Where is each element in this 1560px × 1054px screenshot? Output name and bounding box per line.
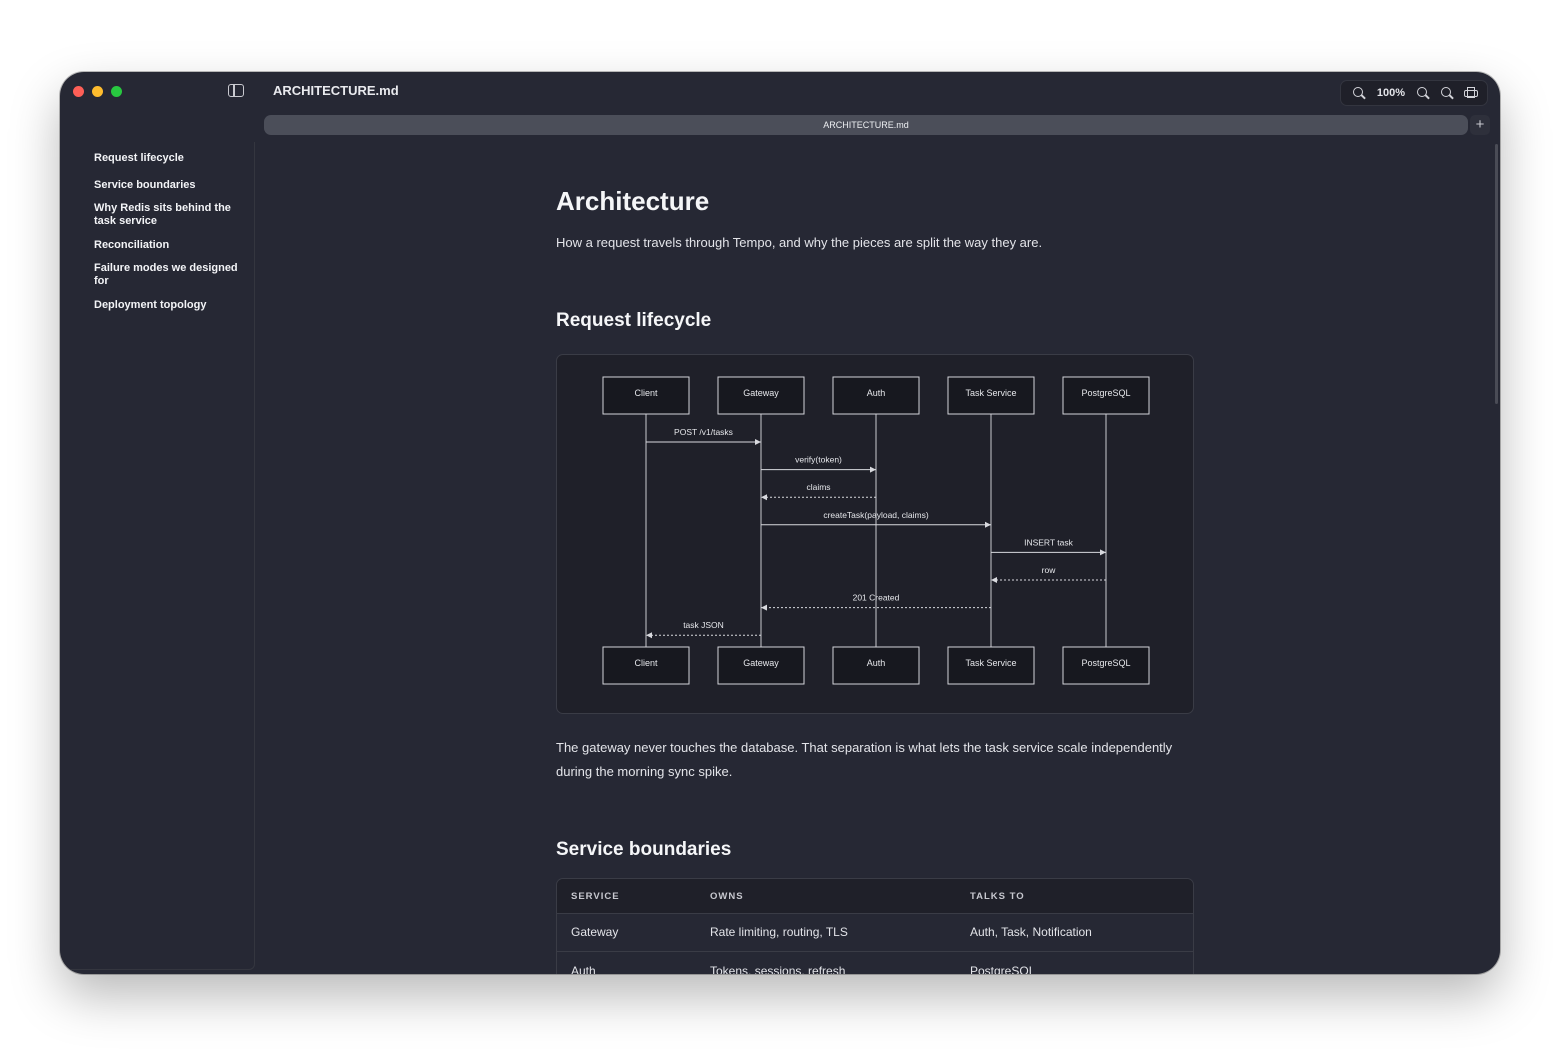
zoom-window-button[interactable] (111, 86, 122, 97)
heading-request-lifecycle: Request lifecycle (556, 310, 712, 331)
participant-label: Client (634, 388, 658, 398)
sequence-diagram-svg: Client Client Gateway Gateway Auth Auth Task S… (602, 376, 1150, 685)
toc-item-failure-modes[interactable]: Failure modes we designed for (94, 262, 244, 288)
toc-item-deployment-topology[interactable]: Deployment topology (94, 299, 244, 312)
zoom-reset-icon (1441, 87, 1454, 100)
window-title: ARCHITECTURE.md (273, 83, 399, 98)
intro-text: How a request travels through Tempo, and… (556, 235, 1043, 250)
zoom-reset-button[interactable] (1435, 82, 1459, 104)
heading-service-boundaries: Service boundaries (556, 839, 732, 860)
participant-label: Gateway (743, 658, 779, 668)
zoom-in-icon (1417, 87, 1430, 100)
message-label: verify(token) (795, 455, 842, 465)
table-cell: Auth, Task, Notification (970, 925, 1092, 939)
vertical-scrollbar[interactable] (1495, 144, 1498, 404)
service-boundaries-table: SERVICE OWNS TALKS TO Gateway Rate limit… (556, 878, 1194, 974)
table-cell: PostgreSQL (970, 964, 1036, 974)
column-header-talks-to: TALKS TO (970, 891, 1025, 902)
participant-label: PostgreSQL (1081, 388, 1130, 398)
participant-label: Task Service (965, 658, 1016, 668)
toc-sidebar: Request lifecycle Service boundaries Why… (60, 142, 255, 970)
zoom-out-button[interactable] (1347, 82, 1371, 104)
message-label: row (1042, 565, 1057, 575)
page-title: Architecture (556, 186, 710, 216)
table-cell: Auth (571, 964, 596, 974)
zoom-controls: 100% (1339, 80, 1488, 106)
zoom-out-icon (1352, 87, 1366, 100)
print-icon (1464, 87, 1478, 99)
title-bar: ARCHITECTURE.md 100% (60, 72, 1500, 112)
zoom-level[interactable]: 100% (1371, 87, 1411, 99)
participant-label: Gateway (743, 388, 779, 398)
plus-icon: + (1475, 116, 1485, 133)
toc-item-service-boundaries[interactable]: Service boundaries (94, 179, 244, 192)
message-label: claims (806, 482, 830, 492)
app-window: ARCHITECTURE.md 100% ARCHITECTURE.md + R… (60, 72, 1500, 974)
participant-label: Client (634, 658, 658, 668)
tab-bar: ARCHITECTURE.md + (264, 115, 1490, 135)
toc-item-why-redis[interactable]: Why Redis sits behind the task service (94, 202, 244, 228)
message-label: task JSON (683, 620, 724, 630)
new-tab-button[interactable]: + (1470, 115, 1490, 135)
message-label: createTask(payload, claims) (823, 510, 929, 520)
table-header: SERVICE OWNS TALKS TO (557, 879, 1193, 914)
lifecycle-paragraph: The gateway never touches the database. … (556, 740, 1173, 779)
tab-architecture[interactable]: ARCHITECTURE.md (264, 115, 1468, 135)
toc-item-request-lifecycle[interactable]: Request lifecycle (94, 152, 244, 165)
minimize-window-button[interactable] (92, 86, 103, 97)
close-window-button[interactable] (73, 86, 84, 97)
print-button[interactable] (1459, 82, 1483, 104)
column-header-service: SERVICE (571, 891, 620, 902)
participant-label: PostgreSQL (1081, 658, 1130, 668)
zoom-in-button[interactable] (1411, 82, 1435, 104)
sidebar-toggle-icon[interactable] (228, 84, 244, 97)
column-header-owns: OWNS (710, 891, 744, 902)
toc-item-reconciliation[interactable]: Reconciliation (94, 239, 244, 252)
message-label: INSERT task (1024, 537, 1074, 547)
table-row: Auth Tokens, sessions, refresh PostgreSQ… (557, 952, 1193, 974)
message-label: 201 Created (853, 593, 900, 603)
table-row: Gateway Rate limiting, routing, TLS Auth… (557, 913, 1193, 952)
participant-label: Auth (867, 388, 886, 398)
sequence-diagram: Client Client Gateway Gateway Auth Auth Task S… (556, 354, 1194, 714)
message-label: POST /v1/tasks (674, 427, 733, 437)
participant-label: Task Service (965, 388, 1016, 398)
participant-label: Auth (867, 658, 886, 668)
table-cell: Tokens, sessions, refresh (710, 964, 846, 974)
table-cell: Gateway (571, 925, 619, 939)
table-cell: Rate limiting, routing, TLS (710, 925, 848, 939)
